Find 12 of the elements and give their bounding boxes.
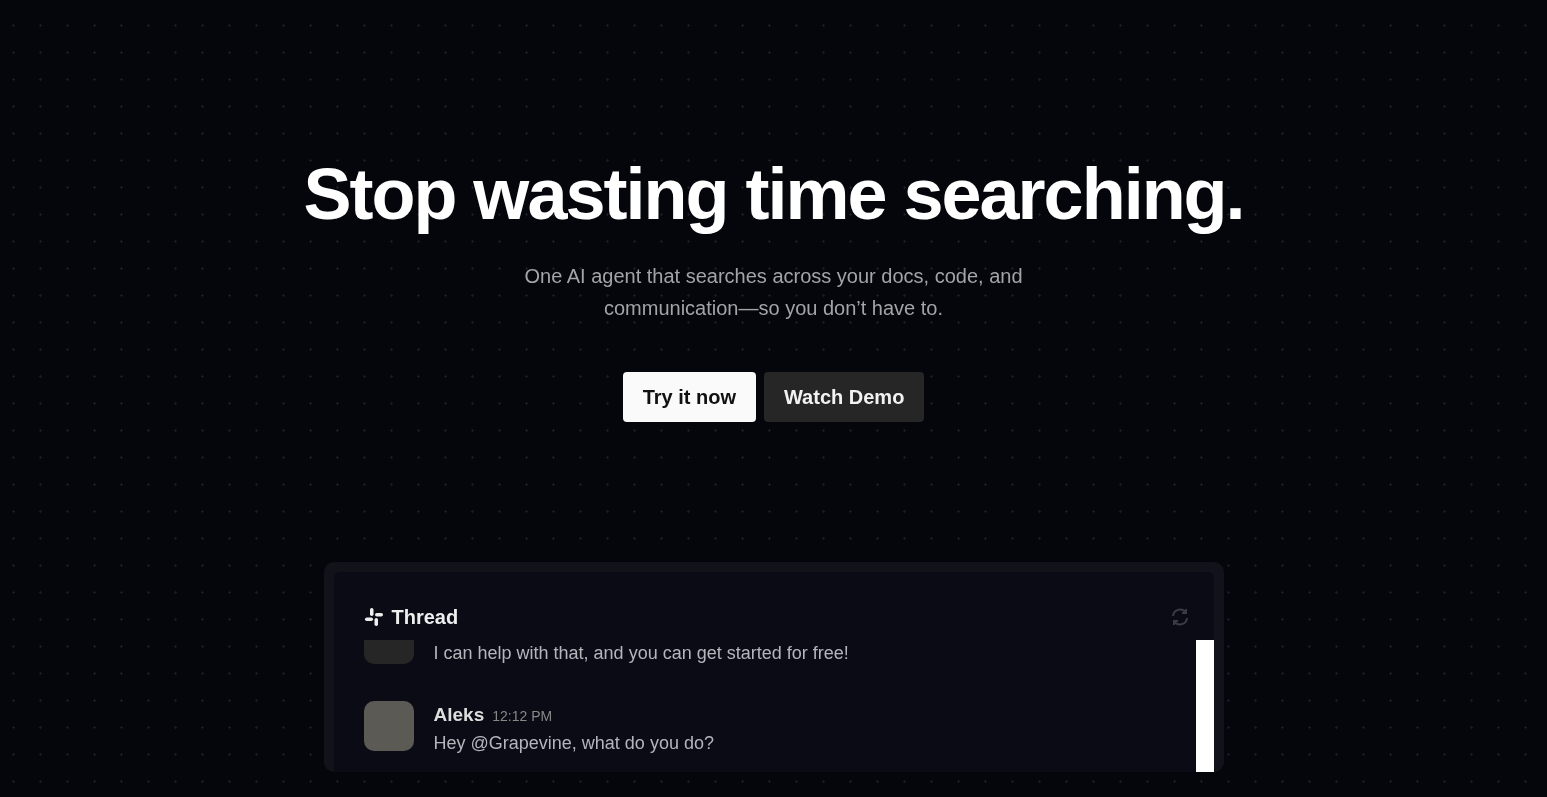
scrollbar[interactable]: [1195, 640, 1214, 773]
hero-subtitle: One AI agent that searches across your docs, code, and communication—so you don’t have to.: [523, 264, 1024, 322]
avatar-photo-placeholder: [363, 701, 414, 752]
message-text: Hey @Grapevine, what do you do?: [433, 731, 714, 755]
hash-icon: [363, 607, 384, 628]
demo-button[interactable]: Watch Demo: [763, 372, 925, 423]
hero-title: Stop wasting time searching.: [302, 155, 1245, 235]
try-button[interactable]: Try it now: [622, 372, 756, 423]
message-time: 12:12 PM: [492, 707, 553, 727]
message-text: I can help with that, and you can get started for free!: [433, 642, 849, 666]
message-author: Aleks: [433, 703, 485, 728]
thread-title: Thread: [391, 605, 459, 631]
